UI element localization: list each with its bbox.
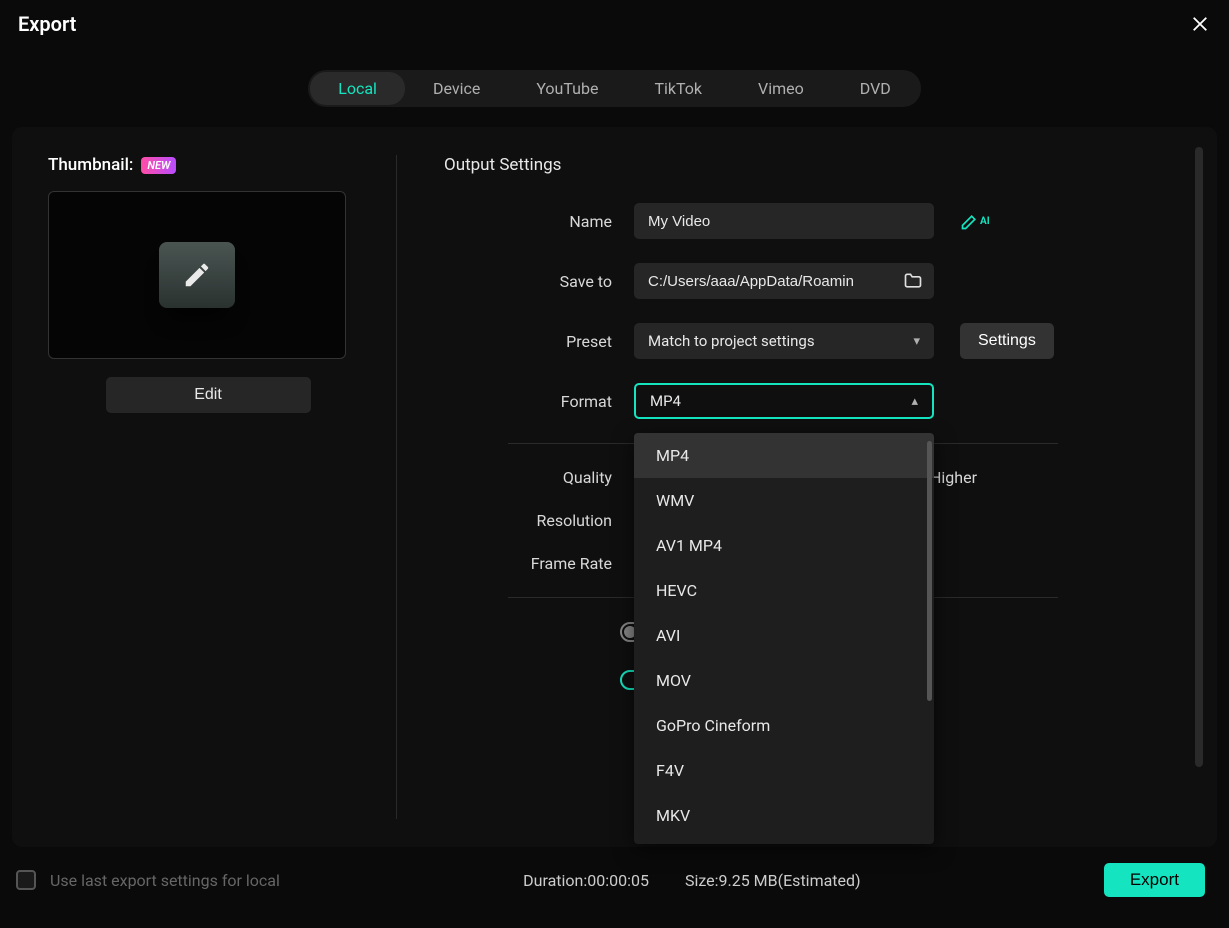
uselast-label: Use last export settings for local bbox=[50, 871, 280, 890]
quality-label: Quality bbox=[444, 468, 634, 487]
preset-value: Match to project settings bbox=[648, 332, 815, 350]
preset-select[interactable]: Match to project settings ▾ bbox=[634, 323, 934, 359]
saveto-input[interactable] bbox=[634, 263, 934, 299]
name-input[interactable] bbox=[634, 203, 934, 239]
format-option-mov[interactable]: MOV bbox=[634, 658, 934, 703]
export-tabs: Local Device YouTube TikTok Vimeo DVD bbox=[0, 70, 1229, 107]
folder-icon[interactable] bbox=[902, 270, 924, 292]
name-label: Name bbox=[444, 212, 634, 231]
preset-label: Preset bbox=[444, 332, 634, 351]
chevron-down-icon: ▾ bbox=[913, 334, 920, 349]
format-label: Format bbox=[444, 392, 634, 411]
edit-icon bbox=[159, 242, 235, 308]
format-option-f4v[interactable]: F4V bbox=[634, 748, 934, 793]
format-option-mkv[interactable]: MKV bbox=[634, 793, 934, 838]
ai-rename-icon[interactable]: AI bbox=[960, 211, 990, 231]
saveto-label: Save to bbox=[444, 272, 634, 291]
tab-device[interactable]: Device bbox=[405, 72, 508, 105]
scrollbar[interactable] bbox=[1195, 147, 1203, 767]
close-icon[interactable] bbox=[1189, 13, 1211, 35]
tab-dvd[interactable]: DVD bbox=[832, 72, 919, 105]
tab-local[interactable]: Local bbox=[310, 72, 405, 105]
duration-text: Duration:00:00:05 bbox=[523, 871, 649, 890]
settings-button[interactable]: Settings bbox=[960, 323, 1054, 359]
format-value: MP4 bbox=[650, 392, 681, 410]
format-option-wmv[interactable]: WMV bbox=[634, 478, 934, 523]
format-option-hevc[interactable]: HEVC bbox=[634, 568, 934, 613]
export-button[interactable]: Export bbox=[1104, 863, 1205, 897]
output-settings-title: Output Settings bbox=[444, 155, 1187, 175]
dropdown-scrollbar[interactable] bbox=[927, 441, 932, 701]
format-option-av1mp4[interactable]: AV1 MP4 bbox=[634, 523, 934, 568]
format-option-avi[interactable]: AVI bbox=[634, 613, 934, 658]
resolution-label: Resolution bbox=[444, 511, 634, 530]
format-dropdown: MP4 WMV AV1 MP4 HEVC AVI MOV GoPro Cinef… bbox=[634, 433, 934, 844]
format-select[interactable]: MP4 ▴ bbox=[634, 383, 934, 419]
framerate-label: Frame Rate bbox=[444, 554, 634, 573]
thumbnail-label: Thumbnail: bbox=[48, 155, 133, 175]
size-text: Size:9.25 MB(Estimated) bbox=[685, 871, 861, 890]
tab-tiktok[interactable]: TikTok bbox=[626, 72, 730, 105]
quality-higher-label: Higher bbox=[930, 468, 977, 487]
new-badge: NEW bbox=[141, 157, 176, 174]
chevron-up-icon: ▴ bbox=[911, 394, 918, 409]
uselast-checkbox[interactable] bbox=[16, 870, 36, 890]
format-option-mp4[interactable]: MP4 bbox=[634, 433, 934, 478]
tab-youtube[interactable]: YouTube bbox=[508, 72, 626, 105]
format-option-gopro[interactable]: GoPro Cineform bbox=[634, 703, 934, 748]
edit-thumbnail-button[interactable]: Edit bbox=[106, 377, 311, 413]
tab-vimeo[interactable]: Vimeo bbox=[730, 72, 832, 105]
window-title: Export bbox=[18, 12, 76, 36]
thumbnail-preview[interactable] bbox=[48, 191, 346, 359]
